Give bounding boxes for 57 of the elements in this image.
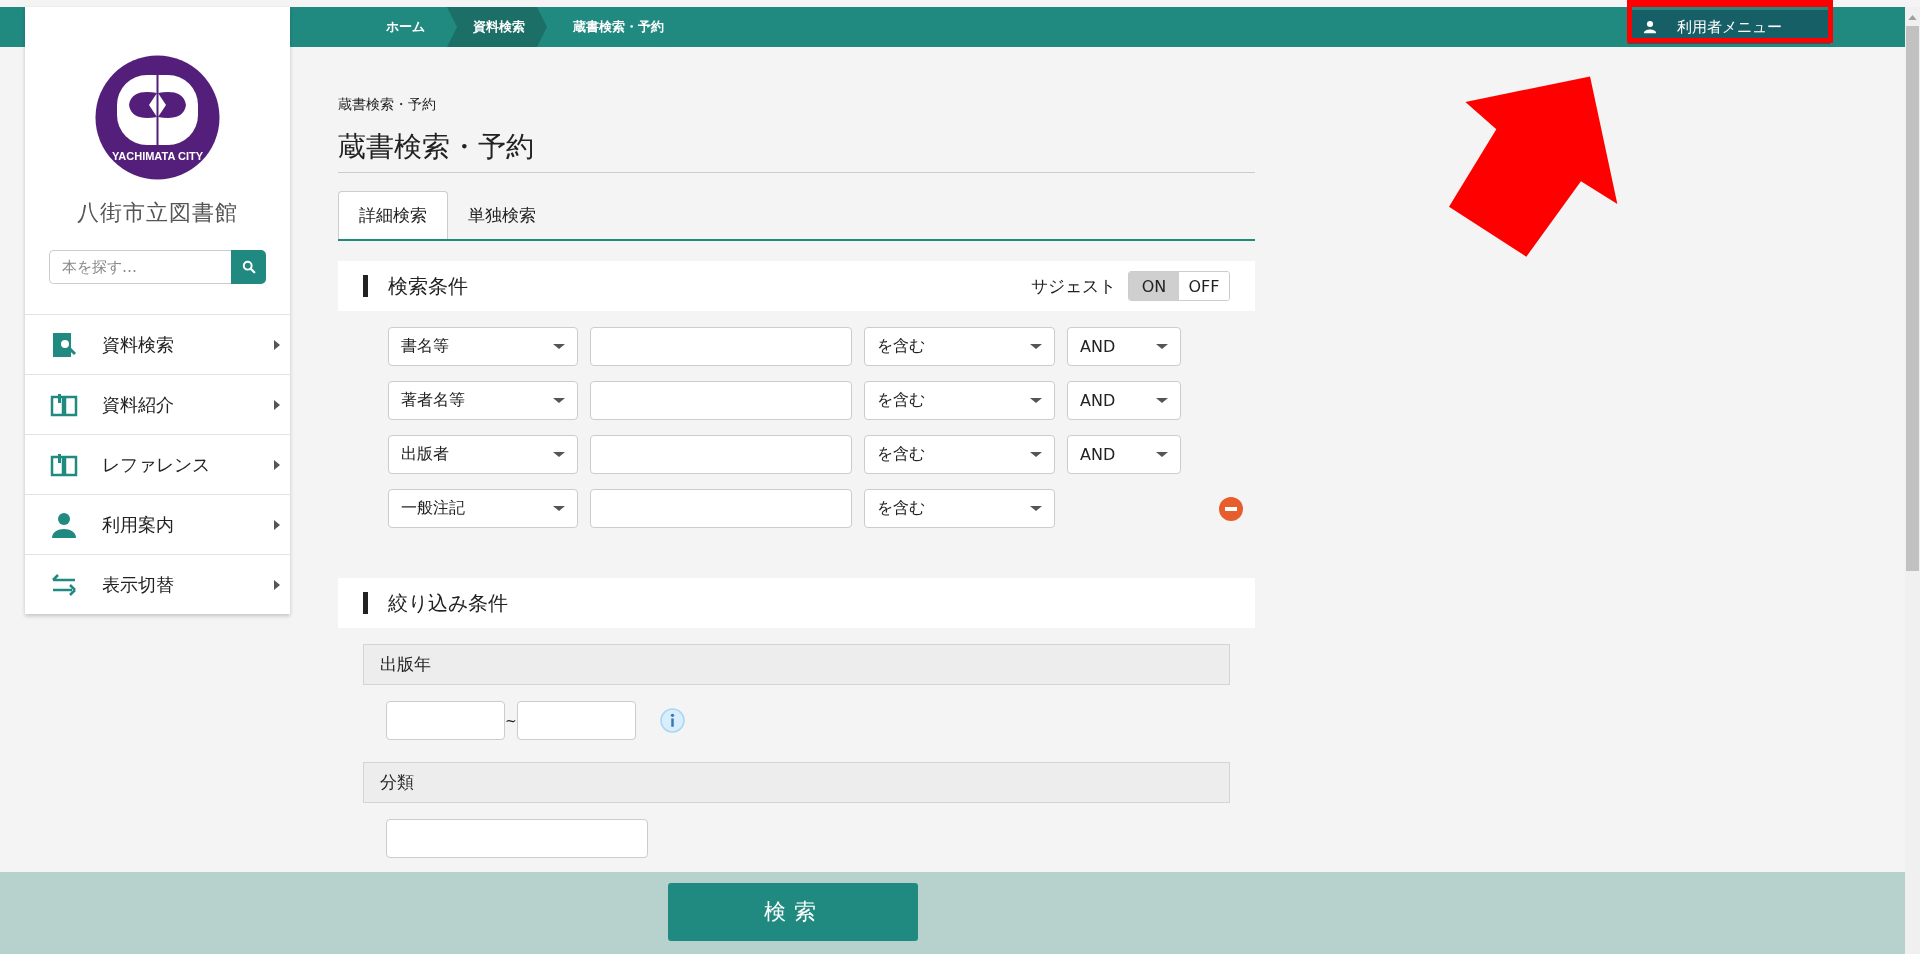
breadcrumb-link[interactable]: ホーム bbox=[360, 7, 447, 47]
match-dropdown[interactable]: を含む bbox=[864, 435, 1055, 474]
menu-item[interactable]: レファレンス bbox=[25, 434, 290, 494]
caret-icon bbox=[274, 459, 280, 470]
year-from-field[interactable] bbox=[386, 701, 505, 740]
year-to-field[interactable] bbox=[516, 701, 636, 740]
keyword-field[interactable] bbox=[590, 381, 852, 420]
heading-marker bbox=[363, 275, 368, 297]
remove-icon[interactable] bbox=[1219, 496, 1243, 521]
page-breadcrumb: 蔵書検索・予約 bbox=[338, 96, 437, 114]
filter-header: 出版年 bbox=[363, 644, 1230, 685]
tab[interactable]: 詳細検索 bbox=[338, 191, 448, 239]
person-icon bbox=[50, 510, 78, 539]
info-icon[interactable] bbox=[659, 708, 685, 733]
field-dropdown[interactable]: 出版者 bbox=[388, 435, 578, 474]
search-icon bbox=[241, 260, 256, 274]
range-separator: ~ bbox=[505, 712, 517, 729]
keyword-field[interactable] bbox=[590, 489, 852, 528]
operator-dropdown[interactable]: AND bbox=[1067, 435, 1181, 474]
field-dropdown[interactable]: 一般注記 bbox=[388, 489, 578, 528]
breadcrumb-link[interactable]: 資料検索 bbox=[447, 7, 547, 47]
keyword-field[interactable] bbox=[590, 327, 852, 366]
suggest-label: サジェスト bbox=[1031, 274, 1116, 298]
breadcrumb-link[interactable]: 蔵書検索・予約 bbox=[547, 7, 686, 47]
person-icon bbox=[1643, 20, 1657, 34]
section-title: 検索条件 bbox=[388, 272, 468, 300]
city-logo: YACHIMATA CITY bbox=[95, 55, 220, 180]
caret-icon bbox=[274, 579, 280, 590]
toggle-option[interactable]: ON bbox=[1129, 272, 1179, 300]
scrollbar[interactable] bbox=[1905, 7, 1920, 954]
library-name: 八街市立図書館 bbox=[77, 199, 238, 227]
book-search-icon bbox=[50, 330, 78, 359]
tab[interactable]: 単独検索 bbox=[448, 191, 556, 239]
match-dropdown[interactable]: を含む bbox=[864, 327, 1055, 366]
search-button[interactable]: 検索 bbox=[668, 883, 918, 941]
scroll-up-icon[interactable] bbox=[1908, 15, 1917, 20]
page-title: 蔵書検索・予約 bbox=[338, 128, 1255, 173]
section-title: 絞り込み条件 bbox=[388, 589, 508, 617]
operator-dropdown[interactable]: AND bbox=[1067, 327, 1181, 366]
menu-item[interactable]: 利用案内 bbox=[25, 494, 290, 554]
field-dropdown[interactable]: 書名等 bbox=[388, 327, 578, 366]
filter-header: 分類 bbox=[363, 762, 1230, 803]
heading-marker bbox=[363, 592, 368, 614]
search-button[interactable] bbox=[231, 250, 266, 284]
caret-icon bbox=[274, 519, 280, 530]
caret-icon bbox=[274, 399, 280, 410]
match-dropdown[interactable]: を含む bbox=[864, 489, 1055, 528]
operator-dropdown[interactable]: AND bbox=[1067, 381, 1181, 420]
match-dropdown[interactable]: を含む bbox=[864, 381, 1055, 420]
keyword-field[interactable] bbox=[590, 435, 852, 474]
field-dropdown[interactable]: 著者名等 bbox=[388, 381, 578, 420]
search-field[interactable]: 本を探す… bbox=[49, 250, 231, 284]
caret-icon bbox=[274, 339, 280, 350]
menu-item[interactable]: 資料紹介 bbox=[25, 374, 290, 434]
classification-field[interactable] bbox=[386, 819, 648, 858]
menu-item[interactable]: 資料検索 bbox=[25, 314, 290, 374]
menu-item[interactable]: 表示切替 bbox=[25, 554, 290, 614]
